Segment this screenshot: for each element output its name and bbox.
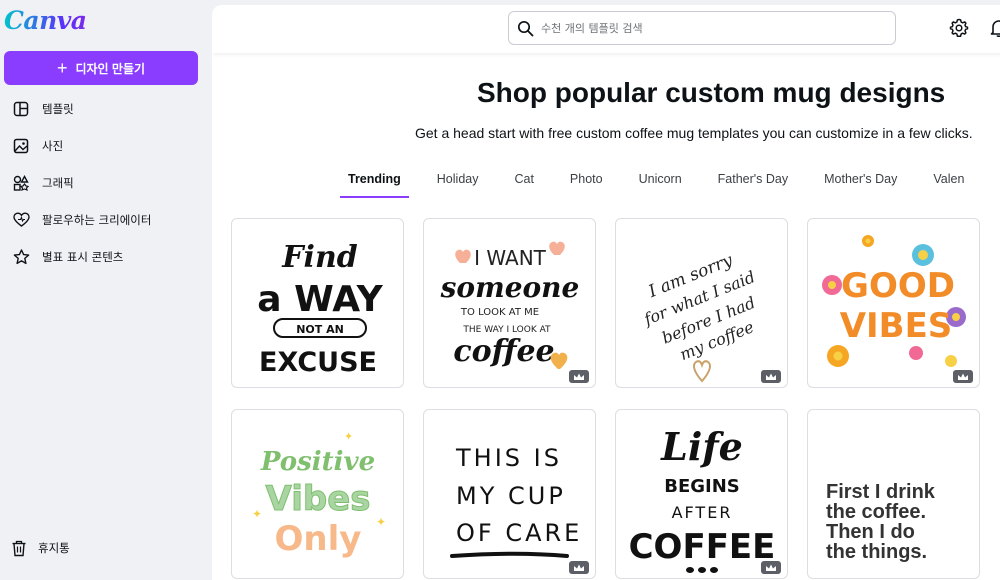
sidebar-item-graphics[interactable]: 그래픽 bbox=[0, 164, 210, 201]
art-text: OF CARE bbox=[456, 519, 582, 547]
premium-crown-icon bbox=[761, 370, 781, 383]
sidebar-item-label: 그래픽 bbox=[42, 175, 74, 190]
art-text: Vibes bbox=[265, 479, 370, 519]
art-text: a WAY bbox=[257, 279, 383, 320]
sidebar-item-followed-creators[interactable]: 팔로우하는 크리에이터 bbox=[0, 201, 210, 238]
plus-icon: + bbox=[56, 58, 68, 78]
trash-icon bbox=[10, 539, 28, 557]
settings-gear-icon[interactable] bbox=[949, 18, 969, 38]
art-text: MY CUP bbox=[456, 482, 566, 510]
tab-unicorn[interactable]: Unicorn bbox=[631, 168, 690, 198]
template-artwork: I am sorry for what I said before I had … bbox=[640, 250, 758, 383]
search-input[interactable] bbox=[541, 21, 881, 35]
art-text: TO LOOK AT ME bbox=[460, 307, 539, 318]
art-text: Only bbox=[275, 519, 362, 559]
template-artwork: First I drink the coffee. Then I do the … bbox=[826, 481, 936, 563]
create-design-button[interactable]: + 디자인 만들기 bbox=[4, 51, 198, 85]
art-text: VIBES bbox=[840, 306, 953, 346]
art-text: First I drink bbox=[826, 481, 936, 503]
search-box[interactable] bbox=[508, 11, 896, 45]
svg-text:✦: ✦ bbox=[252, 507, 262, 521]
heart-icon bbox=[12, 211, 30, 229]
template-artwork: Find a WAY NOT AN EXCUSE bbox=[257, 240, 383, 378]
tab-holiday[interactable]: Holiday bbox=[429, 168, 487, 198]
tab-fathers-day[interactable]: Father's Day bbox=[710, 168, 796, 198]
art-text: COFFEE bbox=[629, 527, 776, 567]
svg-text:✦: ✦ bbox=[344, 430, 353, 443]
sidebar-item-label: 별표 표시 콘텐츠 bbox=[42, 249, 124, 264]
template-icon bbox=[12, 100, 30, 118]
template-card-i-am-sorry[interactable]: I am sorry for what I said before I had … bbox=[615, 218, 788, 388]
art-text: GOOD bbox=[841, 266, 955, 306]
top-bar bbox=[212, 5, 1000, 53]
template-card-life-begins-after-coffee[interactable]: Life BEGINS AFTER COFFEE bbox=[615, 409, 788, 579]
search-icon bbox=[517, 19, 535, 37]
art-text: EXCUSE bbox=[259, 347, 377, 378]
premium-crown-icon bbox=[761, 561, 781, 574]
sidebar: Canva + 디자인 만들기 템플릿 사진 그래픽 팔로우하는 크리에이터 별… bbox=[0, 0, 210, 580]
art-text: Then I do bbox=[826, 521, 915, 543]
category-tabs: Trending Holiday Cat Photo Unicorn Fathe… bbox=[340, 168, 992, 198]
canva-logo[interactable]: Canva bbox=[4, 6, 87, 35]
art-text: THIS IS bbox=[455, 444, 562, 472]
page-subtitle: Get a head start with free custom coffee… bbox=[415, 125, 973, 141]
template-card-first-i-drink-coffee[interactable]: First I drink the coffee. Then I do the … bbox=[807, 409, 980, 579]
sidebar-item-label: 사진 bbox=[42, 138, 64, 153]
sidebar-item-templates[interactable]: 템플릿 bbox=[0, 90, 210, 127]
svg-text:✦: ✦ bbox=[376, 515, 386, 529]
tab-photo[interactable]: Photo bbox=[562, 168, 611, 198]
art-text: someone bbox=[440, 271, 580, 304]
template-artwork: GOOD VIBES bbox=[822, 235, 966, 367]
template-artwork: I WANT someone TO LOOK AT ME THE WAY I L… bbox=[440, 241, 580, 369]
art-text: Positive bbox=[260, 447, 375, 477]
tab-trending[interactable]: Trending bbox=[340, 168, 409, 198]
art-text: coffee bbox=[453, 334, 554, 369]
tab-cat[interactable]: Cat bbox=[506, 168, 541, 198]
tab-mothers-day[interactable]: Mother's Day bbox=[816, 168, 905, 198]
sidebar-item-label: 템플릿 bbox=[42, 101, 74, 116]
art-text: the coffee. bbox=[826, 501, 926, 523]
premium-crown-icon bbox=[953, 370, 973, 383]
template-card-i-want-someone[interactable]: I WANT someone TO LOOK AT ME THE WAY I L… bbox=[423, 218, 596, 388]
sidebar-item-label: 팔로우하는 크리에이터 bbox=[42, 212, 152, 227]
trash-label: 휴지통 bbox=[38, 541, 70, 555]
art-text: I WANT bbox=[474, 246, 547, 270]
template-artwork: THIS IS MY CUP OF CARE bbox=[450, 444, 582, 558]
create-design-label: 디자인 만들기 bbox=[75, 61, 146, 76]
sidebar-item-trash[interactable]: 휴지통 bbox=[0, 530, 210, 566]
template-artwork: Life BEGINS AFTER COFFEE bbox=[629, 424, 776, 573]
premium-crown-icon bbox=[569, 561, 589, 574]
tab-valentines[interactable]: Valen bbox=[925, 168, 972, 198]
sidebar-nav: 템플릿 사진 그래픽 팔로우하는 크리에이터 별표 표시 콘텐츠 bbox=[0, 90, 210, 275]
template-artwork: Positive Vibes Only ✦ ✦ ✦ bbox=[252, 430, 386, 559]
art-text: Find bbox=[281, 240, 358, 275]
art-text: Life bbox=[660, 424, 743, 469]
shapes-icon bbox=[12, 174, 30, 192]
sidebar-item-photos[interactable]: 사진 bbox=[0, 127, 210, 164]
notification-bell-icon[interactable] bbox=[989, 18, 1000, 38]
art-text: AFTER bbox=[672, 503, 733, 522]
template-card-positive-vibes[interactable]: Positive Vibes Only ✦ ✦ ✦ bbox=[231, 409, 404, 579]
page-title: Shop popular custom mug designs bbox=[477, 77, 946, 108]
sidebar-item-starred[interactable]: 별표 표시 콘텐츠 bbox=[0, 238, 210, 275]
template-card-my-cup-of-care[interactable]: THIS IS MY CUP OF CARE bbox=[423, 409, 596, 579]
art-text: NOT AN bbox=[296, 323, 344, 336]
premium-crown-icon bbox=[569, 370, 589, 383]
template-card-find-a-way[interactable]: Find a WAY NOT AN EXCUSE bbox=[231, 218, 404, 388]
star-icon bbox=[12, 248, 30, 266]
template-card-good-vibes[interactable]: GOOD VIBES bbox=[807, 218, 980, 388]
main-panel: Shop popular custom mug designs Get a he… bbox=[212, 5, 1000, 580]
art-text: the things. bbox=[826, 541, 927, 563]
art-text: BEGINS bbox=[664, 476, 740, 497]
image-icon bbox=[12, 137, 30, 155]
